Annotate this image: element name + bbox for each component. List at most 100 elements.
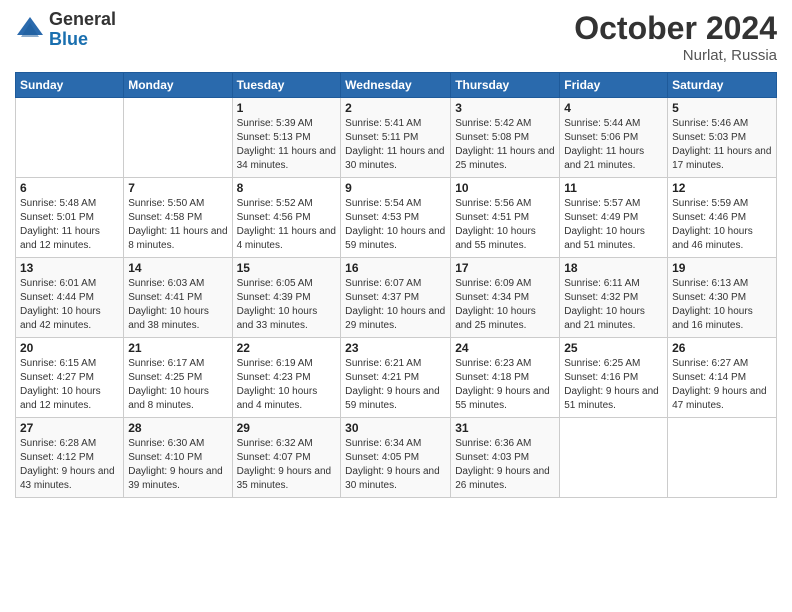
day-number: 3 — [455, 101, 555, 115]
col-thursday: Thursday — [451, 73, 560, 98]
calendar-cell — [668, 418, 777, 498]
calendar-cell: 22 Sunrise: 6:19 AMSunset: 4:23 PMDayligh… — [232, 338, 341, 418]
col-tuesday: Tuesday — [232, 73, 341, 98]
day-number: 20 — [20, 341, 119, 355]
day-info: Sunrise: 6:25 AMSunset: 4:16 PMDaylight:… — [564, 357, 663, 413]
calendar-cell — [16, 98, 124, 178]
calendar-week-4: 20Sunrise: 6:15 AMSunset: 4:27 PMDayligh… — [16, 338, 777, 418]
day-number: 14 — [128, 261, 227, 275]
day-number: 30 — [345, 421, 446, 435]
day-info: Sunrise: 5:41 AMSunset: 5:11 PMDaylight:… — [345, 117, 446, 173]
day-number: 25 — [564, 341, 663, 355]
day-info: Sunrise: 5:59 AMSunset: 4:46 PMDaylight:… — [672, 197, 772, 253]
calendar-week-5: 27Sunrise: 6:28 AMSunset: 4:12 PMDayligh… — [16, 418, 777, 498]
day-info: Sunrise: 6:28 AMSunset: 4:12 PMDaylight:… — [20, 437, 119, 493]
day-info: Sunrise: 6:07 AMSunset: 4:37 PMDaylight:… — [345, 277, 446, 333]
day-number: 6 — [20, 181, 119, 195]
day-number: 28 — [128, 421, 227, 435]
day-info: Sunrise: 5:39 AMSunset: 5:13 PMDaylight:… — [237, 117, 337, 173]
calendar-cell: 9 Sunrise: 5:54 AMSunset: 4:53 PMDaylight… — [341, 178, 451, 258]
day-info: Sunrise: 5:50 AMSunset: 4:58 PMDaylight:… — [128, 197, 227, 253]
logo-icon — [15, 15, 45, 45]
logo-general: General — [49, 10, 116, 30]
calendar-cell: 13Sunrise: 6:01 AMSunset: 4:44 PMDayligh… — [16, 258, 124, 338]
col-friday: Friday — [560, 73, 668, 98]
month-title: October 2024 — [574, 10, 777, 47]
day-number: 9 — [345, 181, 446, 195]
calendar-cell: 17Sunrise: 6:09 AMSunset: 4:34 PMDayligh… — [451, 258, 560, 338]
calendar-cell: 1 Sunrise: 5:39 AMSunset: 5:13 PMDaylight… — [232, 98, 341, 178]
day-number: 1 — [237, 101, 337, 115]
logo: General Blue — [15, 10, 116, 50]
main-container: General Blue October 2024 Nurlat, Russia… — [0, 0, 792, 503]
calendar-cell: 7Sunrise: 5:50 AMSunset: 4:58 PMDaylight… — [124, 178, 232, 258]
day-number: 22 — [237, 341, 337, 355]
title-block: October 2024 Nurlat, Russia — [574, 10, 777, 64]
day-info: Sunrise: 5:48 AMSunset: 5:01 PMDaylight:… — [20, 197, 119, 253]
day-number: 29 — [237, 421, 337, 435]
calendar-cell: 21 Sunrise: 6:17 AMSunset: 4:25 PMDayligh… — [124, 338, 232, 418]
calendar-cell: 3 Sunrise: 5:42 AMSunset: 5:08 PMDaylight… — [451, 98, 560, 178]
calendar-cell: 10 Sunrise: 5:56 AMSunset: 4:51 PMDayligh… — [451, 178, 560, 258]
calendar-cell: 6 Sunrise: 5:48 AMSunset: 5:01 PMDaylight… — [16, 178, 124, 258]
calendar-cell: 26 Sunrise: 6:27 AMSunset: 4:14 PMDayligh… — [668, 338, 777, 418]
calendar-cell: 28 Sunrise: 6:30 AMSunset: 4:10 PMDayligh… — [124, 418, 232, 498]
calendar-cell: 29 Sunrise: 6:32 AMSunset: 4:07 PMDayligh… — [232, 418, 341, 498]
location: Nurlat, Russia — [574, 47, 777, 64]
calendar-cell: 20Sunrise: 6:15 AMSunset: 4:27 PMDayligh… — [16, 338, 124, 418]
calendar-table: Sunday Monday Tuesday Wednesday Thursday… — [15, 72, 777, 498]
day-number: 15 — [237, 261, 337, 275]
day-info: Sunrise: 6:17 AMSunset: 4:25 PMDaylight:… — [128, 357, 227, 413]
day-info: Sunrise: 6:30 AMSunset: 4:10 PMDaylight:… — [128, 437, 227, 493]
day-number: 11 — [564, 181, 663, 195]
calendar-cell: 16Sunrise: 6:07 AMSunset: 4:37 PMDayligh… — [341, 258, 451, 338]
calendar-body: 1 Sunrise: 5:39 AMSunset: 5:13 PMDaylight… — [16, 98, 777, 498]
col-saturday: Saturday — [668, 73, 777, 98]
calendar-cell: 5 Sunrise: 5:46 AMSunset: 5:03 PMDaylight… — [668, 98, 777, 178]
day-info: Sunrise: 6:09 AMSunset: 4:34 PMDaylight:… — [455, 277, 555, 333]
calendar-cell: 27Sunrise: 6:28 AMSunset: 4:12 PMDayligh… — [16, 418, 124, 498]
day-info: Sunrise: 6:11 AMSunset: 4:32 PMDaylight:… — [564, 277, 663, 333]
calendar-cell: 23Sunrise: 6:21 AMSunset: 4:21 PMDayligh… — [341, 338, 451, 418]
day-info: Sunrise: 5:42 AMSunset: 5:08 PMDaylight:… — [455, 117, 555, 173]
day-number: 18 — [564, 261, 663, 275]
day-info: Sunrise: 5:46 AMSunset: 5:03 PMDaylight:… — [672, 117, 772, 173]
calendar-cell: 2 Sunrise: 5:41 AMSunset: 5:11 PMDaylight… — [341, 98, 451, 178]
day-number: 21 — [128, 341, 227, 355]
day-info: Sunrise: 6:19 AMSunset: 4:23 PMDaylight:… — [237, 357, 337, 413]
day-number: 13 — [20, 261, 119, 275]
day-info: Sunrise: 5:56 AMSunset: 4:51 PMDaylight:… — [455, 197, 555, 253]
day-number: 12 — [672, 181, 772, 195]
day-info: Sunrise: 6:32 AMSunset: 4:07 PMDaylight:… — [237, 437, 337, 493]
day-number: 8 — [237, 181, 337, 195]
col-sunday: Sunday — [16, 73, 124, 98]
day-info: Sunrise: 5:54 AMSunset: 4:53 PMDaylight:… — [345, 197, 446, 253]
col-monday: Monday — [124, 73, 232, 98]
calendar-cell: 11 Sunrise: 5:57 AMSunset: 4:49 PMDayligh… — [560, 178, 668, 258]
day-info: Sunrise: 6:03 AMSunset: 4:41 PMDaylight:… — [128, 277, 227, 333]
calendar-cell: 31 Sunrise: 6:36 AMSunset: 4:03 PMDayligh… — [451, 418, 560, 498]
calendar-cell — [560, 418, 668, 498]
day-number: 2 — [345, 101, 446, 115]
calendar-cell: 19Sunrise: 6:13 AMSunset: 4:30 PMDayligh… — [668, 258, 777, 338]
calendar-week-3: 13Sunrise: 6:01 AMSunset: 4:44 PMDayligh… — [16, 258, 777, 338]
day-number: 4 — [564, 101, 663, 115]
day-info: Sunrise: 5:44 AMSunset: 5:06 PMDaylight:… — [564, 117, 663, 173]
calendar-cell: 8Sunrise: 5:52 AMSunset: 4:56 PMDaylight… — [232, 178, 341, 258]
header: General Blue October 2024 Nurlat, Russia — [15, 10, 777, 64]
logo-blue: Blue — [49, 30, 116, 50]
day-number: 31 — [455, 421, 555, 435]
calendar-cell: 14 Sunrise: 6:03 AMSunset: 4:41 PMDayligh… — [124, 258, 232, 338]
day-number: 5 — [672, 101, 772, 115]
day-info: Sunrise: 6:27 AMSunset: 4:14 PMDaylight:… — [672, 357, 772, 413]
calendar-cell: 18 Sunrise: 6:11 AMSunset: 4:32 PMDayligh… — [560, 258, 668, 338]
day-info: Sunrise: 6:36 AMSunset: 4:03 PMDaylight:… — [455, 437, 555, 493]
day-number: 10 — [455, 181, 555, 195]
day-number: 26 — [672, 341, 772, 355]
logo-text: General Blue — [49, 10, 116, 50]
day-info: Sunrise: 6:21 AMSunset: 4:21 PMDaylight:… — [345, 357, 446, 413]
calendar-cell: 30Sunrise: 6:34 AMSunset: 4:05 PMDayligh… — [341, 418, 451, 498]
day-info: Sunrise: 6:13 AMSunset: 4:30 PMDaylight:… — [672, 277, 772, 333]
calendar-week-1: 1 Sunrise: 5:39 AMSunset: 5:13 PMDaylight… — [16, 98, 777, 178]
day-info: Sunrise: 5:57 AMSunset: 4:49 PMDaylight:… — [564, 197, 663, 253]
